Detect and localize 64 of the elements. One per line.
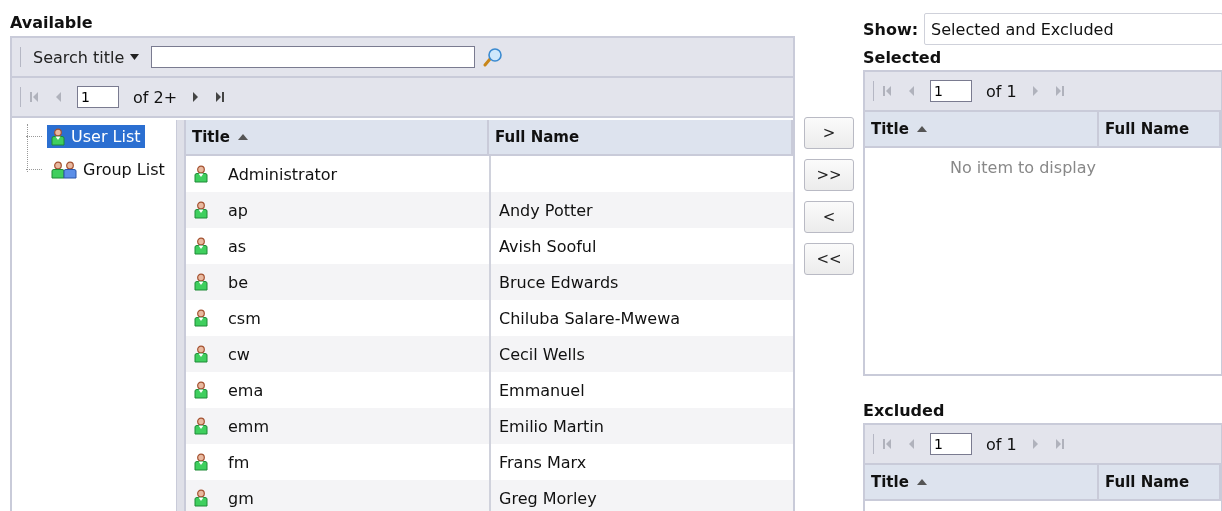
table-cell: Frans Marx (499, 452, 587, 472)
sort-arrow-icon (237, 134, 248, 140)
show-label: Show: (863, 19, 919, 39)
search-icon[interactable] (483, 47, 504, 67)
page-count: of 1 (986, 81, 1017, 101)
table-cell: emm (228, 416, 269, 436)
column-header[interactable]: Full Name (1099, 112, 1221, 146)
section-title: Selected (863, 48, 943, 69)
last-page-button[interactable] (215, 91, 226, 103)
move-button[interactable]: < (804, 201, 854, 233)
user-icon (194, 345, 208, 363)
column-header[interactable]: Full Name (1099, 465, 1221, 499)
table-cell: Bruce Edwards (499, 272, 619, 292)
table-cell: ema (228, 380, 264, 400)
table-cell: Chiluba Salare-Mwewa (499, 308, 681, 328)
user-icon (194, 489, 208, 507)
table-cell: Administrator (228, 164, 338, 184)
tree-item[interactable]: User List (47, 125, 145, 148)
column-header[interactable]: Full Name (489, 120, 793, 154)
table-cell: be (228, 272, 248, 292)
user-icon (194, 237, 208, 255)
sort-arrow-icon (916, 126, 927, 132)
table-cell: cw (228, 344, 250, 364)
section-title: Excluded (863, 401, 946, 422)
user-icon (194, 201, 208, 219)
table-cell: Greg Morley (499, 488, 597, 508)
table-cell: Cecil Wells (499, 344, 585, 364)
table-cell: fm (228, 452, 250, 472)
page-number-field[interactable]: 1 (77, 86, 119, 108)
page-count: of 2+ (133, 87, 178, 107)
search-field-dropdown[interactable]: Search title (29, 45, 144, 69)
caret-icon (130, 54, 140, 60)
section-title: Available (10, 12, 94, 32)
table-cell: ap (228, 200, 248, 220)
user-icon (51, 127, 65, 146)
table-cell: gm (228, 488, 254, 508)
move-button[interactable]: << (804, 243, 854, 275)
table-cell: Emmanuel (499, 380, 585, 400)
user-icon (194, 309, 208, 327)
group-icon (51, 160, 77, 179)
tree-item[interactable]: Group List (47, 158, 169, 181)
move-button[interactable]: > (804, 117, 854, 149)
user-icon (194, 381, 208, 399)
splitter-handle[interactable] (176, 120, 184, 511)
table-cell: Avish Sooful (499, 236, 597, 256)
user-icon (194, 453, 208, 471)
user-icon (194, 273, 208, 291)
table-cell: Andy Potter (499, 200, 593, 220)
show-dropdown[interactable]: Selected and Excluded (924, 13, 1222, 45)
page-number-field[interactable]: 1 (930, 80, 972, 102)
page-number-field[interactable]: 1 (930, 433, 972, 455)
column-header[interactable]: Title (865, 465, 1099, 499)
user-icon (194, 417, 208, 435)
page-count: of 1 (986, 434, 1017, 454)
search-field[interactable] (151, 46, 476, 68)
column-header[interactable]: Title (865, 112, 1099, 146)
sort-arrow-icon (916, 479, 927, 485)
table-cell: Emilio Martin (499, 416, 604, 436)
table-cell: csm (228, 308, 261, 328)
empty-message: No item to display (949, 158, 1096, 177)
column-header[interactable]: Title (186, 120, 489, 154)
table-cell: as (228, 236, 247, 256)
move-button[interactable]: >> (804, 159, 854, 191)
user-icon (194, 165, 208, 183)
